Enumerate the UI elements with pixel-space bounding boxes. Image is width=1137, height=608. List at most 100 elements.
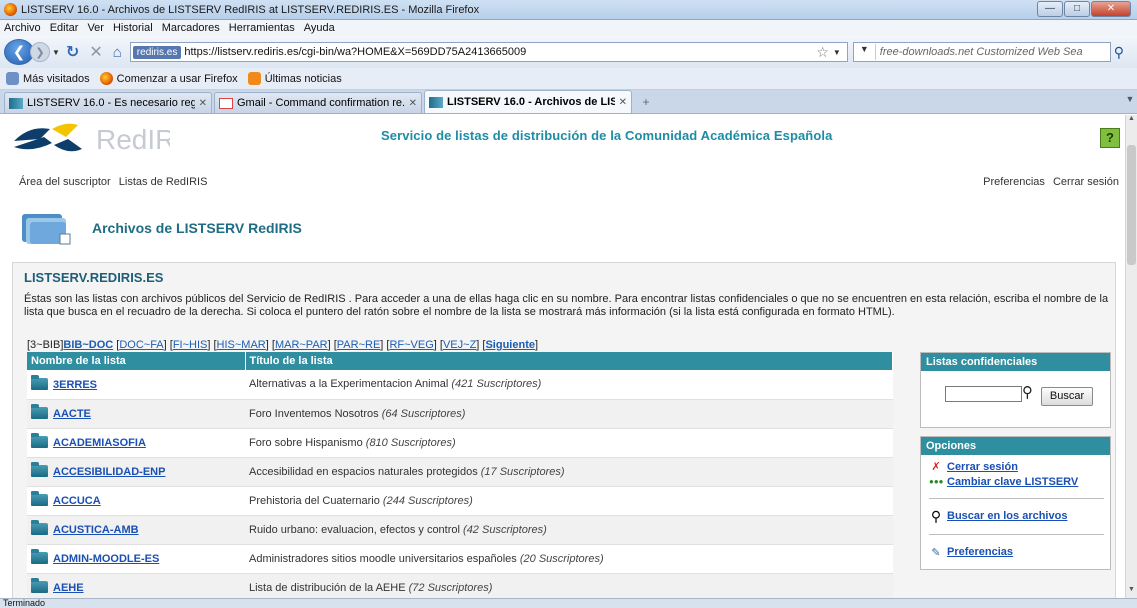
bookmark-label: Últimas noticias (264, 72, 342, 85)
tab-listserv-registro[interactable]: LISTSERV 16.0 - Es necesario registra...… (4, 92, 212, 113)
forward-button[interactable]: ❯ (30, 42, 50, 62)
confidential-lists-heading: Listas confidenciales (921, 353, 1110, 371)
option-link[interactable]: Cerrar sesión (947, 461, 1018, 473)
alpha-link-siguiente[interactable]: Siguiente (485, 339, 535, 351)
list-title: Lista de distribución de la AEHE (249, 581, 406, 594)
confidential-list-input[interactable] (945, 386, 1022, 402)
list-name-link[interactable]: ADMIN-MOODLE-ES (53, 553, 159, 565)
alpha-link-par-re[interactable]: PAR~RE (337, 339, 381, 351)
site-identity-badge[interactable]: rediris.es (132, 45, 182, 59)
history-dropdown-icon[interactable]: ▼ (52, 48, 60, 57)
scroll-thumb[interactable] (1127, 145, 1136, 265)
alphabet-nav: [3~BIB]BIB~DOC [DOC~FA] [FI~HIS] [HIS~MA… (27, 339, 539, 351)
tab-label: LISTSERV 16.0 - Archivos de LIST... (447, 96, 615, 108)
reload-icon[interactable]: ↻ (66, 42, 79, 62)
bookmarks-toolbar: Más visitados Comenzar a usar Firefox Úl… (0, 68, 1137, 90)
options-heading: Opciones (921, 437, 1110, 455)
site-header: RedIRIS Servicio de listas de distribuci… (0, 115, 1125, 169)
option-link[interactable]: Cambiar clave LISTSERV (947, 476, 1078, 488)
list-title: Ruido urbano: evaluacion, efectos y cont… (249, 523, 460, 536)
list-subscriber-count: (64 Suscriptores) (381, 407, 466, 420)
menu-historial[interactable]: Historial (113, 22, 153, 34)
alpha-current: [3~BIB] (27, 339, 64, 351)
scroll-up-icon[interactable]: ▲ (1126, 115, 1137, 127)
menu-ayuda[interactable]: Ayuda (304, 22, 335, 34)
tab-close-icon[interactable]: ✕ (619, 97, 627, 108)
menu-archivo[interactable]: Archivo (4, 22, 41, 34)
buscar-button[interactable]: Buscar (1041, 387, 1093, 406)
list-name-link[interactable]: ACCESIBILIDAD-ENP (53, 466, 165, 478)
alpha-link-fi-his[interactable]: FI~HIS (173, 339, 208, 351)
alpha-link-vej-z[interactable]: VEJ~Z (443, 339, 476, 351)
bookmark-mas-visitados[interactable]: Más visitados (6, 72, 90, 85)
stop-icon[interactable]: ✕ (89, 42, 102, 62)
list-name-link[interactable]: 3ERRES (53, 379, 97, 391)
scroll-down-icon[interactable]: ▼ (1126, 586, 1137, 598)
bookmark-ultimas-noticias[interactable]: Últimas noticias (247, 72, 342, 85)
new-tab-button[interactable]: + (636, 95, 656, 113)
tab-listserv-archivos[interactable]: LISTSERV 16.0 - Archivos de LIST... ✕ (424, 90, 632, 113)
minimize-button[interactable]: — (1037, 1, 1063, 17)
nav-preferencias[interactable]: Preferencias (983, 176, 1045, 188)
list-title-cell: Administradores sitios moodle universita… (245, 544, 893, 574)
menu-herramientas[interactable]: Herramientas (229, 22, 295, 34)
tab-close-icon[interactable]: ✕ (199, 98, 207, 109)
menu-editar[interactable]: Editar (50, 22, 79, 34)
option-cerrar-sesion[interactable]: ✗ Cerrar sesión (929, 459, 1104, 474)
tab-gmail[interactable]: Gmail - Command confirmation re... ✕ (214, 92, 422, 113)
list-title: Alternativas a la Experimentacion Animal (249, 378, 449, 391)
table-row: 3ERRES Alternativas a la Experimentacion … (27, 370, 893, 400)
password-dots-icon: ●●● (929, 477, 944, 486)
nav-listas-rediris[interactable]: Listas de RedIRIS (119, 176, 208, 188)
menu-marcadores[interactable]: Marcadores (162, 22, 220, 34)
url-dropdown-icon[interactable]: ▼ (833, 48, 841, 57)
alpha-link-doc-fa[interactable]: DOC~FA (119, 339, 163, 351)
tab-close-icon[interactable]: ✕ (409, 98, 417, 109)
logo-text: RedIRIS (96, 124, 170, 155)
alpha-link-rf-veg[interactable]: RF~VEG (389, 339, 433, 351)
option-link[interactable]: Preferencias (947, 546, 1013, 558)
option-link[interactable]: Buscar en los archivos (947, 510, 1067, 522)
list-subscriber-count: (421 Suscriptores) (451, 378, 542, 391)
menu-ver[interactable]: Ver (87, 22, 104, 34)
list-title-cell: Prehistoria del Cuaternario (244 Suscrip… (245, 486, 893, 516)
list-name-cell: ACCUCA (27, 486, 245, 516)
list-title: Foro Inventemos Nosotros (249, 407, 379, 420)
alpha-link-bib-doc[interactable]: BIB~DOC (63, 339, 113, 351)
bookmark-comenzar[interactable]: Comenzar a usar Firefox (99, 72, 238, 85)
list-name-link[interactable]: AEHE (53, 582, 84, 594)
tab-scroll-icon[interactable]: ▼ (1123, 94, 1137, 112)
address-bar[interactable]: rediris.es https://listserv.rediris.es/c… (129, 42, 848, 62)
option-cambiar-clave[interactable]: ●●● Cambiar clave LISTSERV (929, 474, 1104, 489)
search-input[interactable]: ▼ free-downloads.net Customized Web Sea (852, 42, 1111, 62)
list-subscriber-count: (810 Suscriptores) (365, 436, 456, 449)
option-preferencias[interactable]: ✎ Preferencias (929, 543, 1104, 561)
bookmark-star-icon[interactable]: ☆ (816, 44, 829, 61)
search-engine-icon[interactable]: ▼ (854, 44, 876, 60)
list-name-link[interactable]: ACUSTICA-AMB (53, 524, 139, 536)
vertical-scrollbar[interactable]: ▲ ▼ (1125, 115, 1137, 598)
alpha-link-mar-par[interactable]: MAR~PAR (275, 339, 328, 351)
column-header-title: Título de la lista (245, 352, 893, 370)
list-subscriber-count: (42 Suscriptores) (463, 523, 547, 536)
search-go-icon[interactable]: ⚲ (1114, 44, 1124, 61)
tab-label: LISTSERV 16.0 - Es necesario registra... (27, 97, 195, 109)
close-window-button[interactable]: ✕ (1091, 1, 1131, 17)
window-title: LISTSERV 16.0 - Archivos de LISTSERV Red… (21, 3, 480, 16)
list-name-link[interactable]: ACADEMIASOFIA (53, 437, 146, 449)
home-icon[interactable]: ⌂ (113, 44, 122, 61)
archive-folder-icon (22, 214, 71, 245)
list-name-link[interactable]: AACTE (53, 408, 91, 420)
lists-table-body: 3ERRES Alternativas a la Experimentacion … (27, 370, 893, 598)
help-button[interactable]: ? (1100, 128, 1120, 148)
maximize-button[interactable]: □ (1064, 1, 1090, 17)
search-placeholder: free-downloads.net Customized Web Sea (879, 46, 1083, 58)
list-name-cell: AACTE (27, 399, 245, 429)
rediris-favicon-icon (429, 96, 443, 108)
intro-text: Éstas son las listas con archivos públic… (24, 293, 1109, 318)
nav-area-suscriptor[interactable]: Área del suscriptor (19, 176, 111, 188)
nav-cerrar-sesion[interactable]: Cerrar sesión (1053, 176, 1119, 188)
option-buscar-archivos[interactable]: ⚲ Buscar en los archivos (929, 507, 1104, 525)
list-name-link[interactable]: ACCUCA (53, 495, 101, 507)
alpha-link-his-mar[interactable]: HIS~MAR (217, 339, 266, 351)
